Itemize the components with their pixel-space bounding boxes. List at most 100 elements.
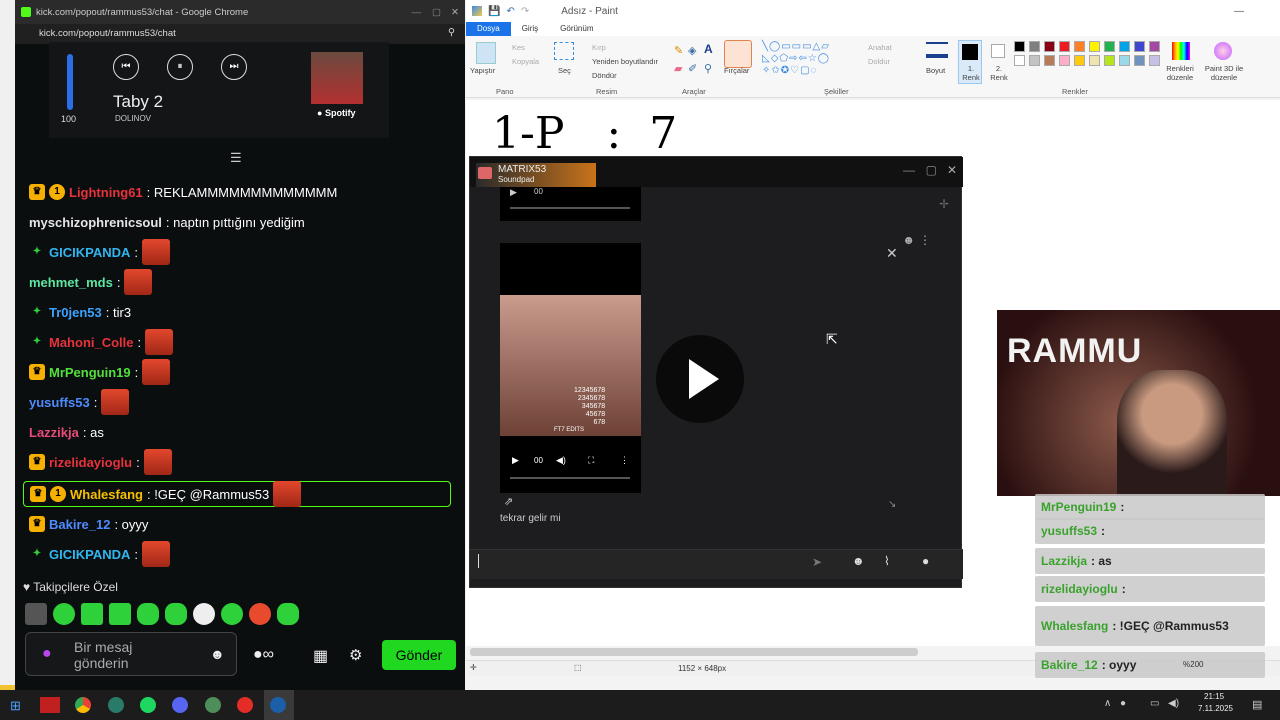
canvas-scrollbar[interactable] xyxy=(470,648,918,656)
paint3d-button[interactable]: Paint 3D ile düzenle xyxy=(1196,64,1252,82)
message-composer[interactable]: ➤ ☻ ⌇ ● xyxy=(470,549,963,579)
select-button[interactable]: Seç xyxy=(558,66,571,75)
pause-icon[interactable]: ⏸ xyxy=(167,54,193,80)
palette-swatch[interactable] xyxy=(1044,41,1055,52)
rotate-button[interactable]: Döndür xyxy=(592,71,617,80)
minimize-icon[interactable]: — xyxy=(903,163,915,177)
notification-icon[interactable]: ▤ xyxy=(1252,698,1262,711)
kicks-icon[interactable]: ●∞ xyxy=(253,646,274,664)
palette-swatch[interactable] xyxy=(1089,55,1100,66)
tab-view[interactable]: Görünüm xyxy=(549,22,604,36)
emote-1[interactable] xyxy=(53,603,75,625)
emoji-icon[interactable]: ☻ xyxy=(210,646,225,662)
collapse-icon[interactable]: ☰ xyxy=(230,150,242,166)
chat-username[interactable]: Bakire_12 xyxy=(49,517,110,532)
palette-swatch[interactable] xyxy=(1149,55,1160,66)
palette-swatch[interactable] xyxy=(1074,41,1085,52)
emote-2[interactable] xyxy=(81,603,103,625)
size-icon[interactable] xyxy=(926,42,948,58)
chat-username[interactable]: GICIKPANDA xyxy=(49,245,130,260)
eraser-icon[interactable]: ▰ xyxy=(674,62,682,75)
open-external-icon[interactable]: ⇗ xyxy=(504,495,513,508)
tab-home[interactable]: Giriş xyxy=(511,22,549,36)
volume-icon[interactable]: ◀) xyxy=(556,455,566,466)
minimize-icon[interactable]: — xyxy=(412,7,422,18)
edit-colors-button[interactable]: Renkleri düzenle xyxy=(1160,64,1200,82)
palette-swatch[interactable] xyxy=(1119,55,1130,66)
palette-swatch[interactable] xyxy=(1089,41,1100,52)
text-icon[interactable]: A xyxy=(704,42,713,56)
previous-progress-bar[interactable] xyxy=(510,207,630,209)
palette-swatch[interactable] xyxy=(1059,41,1070,52)
maximize-icon[interactable]: ▢ xyxy=(432,7,441,18)
send-button[interactable]: Gönder xyxy=(382,640,456,670)
chat-username[interactable]: Tr0jen53 xyxy=(49,305,102,320)
palette-swatch[interactable] xyxy=(1134,55,1145,66)
zoom-icon[interactable]: ⚲ xyxy=(448,27,455,38)
clock-time[interactable]: 21:15 xyxy=(1204,692,1224,701)
close-icon[interactable]: ✕ xyxy=(947,163,957,177)
steam-icon[interactable] xyxy=(270,697,286,713)
copy-button[interactable]: Kopyala xyxy=(512,57,539,66)
brushes-icon[interactable] xyxy=(724,40,752,68)
paste-button[interactable]: Yapıştır xyxy=(470,66,495,75)
chat-username[interactable]: Mahoni_Colle xyxy=(49,335,134,350)
chat-username[interactable]: Whalesfang xyxy=(70,487,143,502)
palette-swatch[interactable] xyxy=(1014,41,1025,52)
windows-start-icon[interactable]: ⊞ xyxy=(10,698,21,714)
chat-username[interactable]: mehmet_mds xyxy=(29,275,113,290)
shape-fill-button[interactable]: Doldur xyxy=(868,57,890,66)
minimize-icon[interactable]: — xyxy=(1234,6,1244,17)
network-icon[interactable]: ▭ xyxy=(1150,698,1159,709)
select-icon[interactable] xyxy=(554,42,574,60)
play-icon[interactable]: ▶ xyxy=(512,455,519,466)
tab-file[interactable]: Dosya xyxy=(466,22,511,36)
size-button[interactable]: Boyut xyxy=(926,66,945,75)
shapes-gallery[interactable]: ╲◯▭▭▭△▱ ◺◇⬠⇨⇦☆◯ ✧✩✪♡▢◌ xyxy=(762,41,862,79)
video-progress-bar[interactable] xyxy=(510,477,630,479)
redo-icon[interactable]: ↷ xyxy=(521,6,529,17)
emoji-react-icon[interactable]: ☻ xyxy=(902,233,915,247)
pin-icon[interactable]: ✛ xyxy=(939,197,949,211)
spotify-taskbar-icon[interactable] xyxy=(140,697,156,713)
microphone-tray-icon[interactable]: ● xyxy=(1120,698,1126,709)
palette-swatch[interactable] xyxy=(1104,41,1115,52)
discord-icon[interactable] xyxy=(172,697,188,713)
maximize-icon[interactable]: ▢ xyxy=(926,163,937,177)
chat-input[interactable]: ● Bir mesaj gönderin ☻ xyxy=(25,632,237,676)
voicemeeter-icon[interactable] xyxy=(40,697,60,713)
pencil-icon[interactable]: ✎ xyxy=(674,44,683,57)
palette-swatch[interactable] xyxy=(1029,41,1040,52)
cut-button[interactable]: Kes xyxy=(512,43,525,52)
chat-username[interactable]: GICIKPANDA xyxy=(49,547,130,562)
palette-swatch[interactable] xyxy=(1029,55,1040,66)
emote-9[interactable] xyxy=(277,603,299,625)
video-player[interactable]: 12345678 2345678 345678 45678 678 FT7 ED… xyxy=(500,243,641,493)
speaker-icon[interactable]: ◀) xyxy=(1168,698,1179,709)
emote-6[interactable] xyxy=(193,603,215,625)
chat-username[interactable]: myschizophrenicsoul xyxy=(29,215,162,230)
app-icon[interactable] xyxy=(108,697,124,713)
emote-5[interactable] xyxy=(165,603,187,625)
edit-colors-icon[interactable] xyxy=(1172,42,1190,60)
play-icon[interactable]: ▶ xyxy=(510,187,517,198)
close-icon[interactable]: ✕ xyxy=(451,7,459,18)
palette-swatch[interactable] xyxy=(1059,55,1070,66)
chat-username[interactable]: Lazzikja xyxy=(29,425,79,440)
chrome-icon[interactable] xyxy=(75,697,91,713)
palette-swatch[interactable] xyxy=(1074,55,1085,66)
more-icon[interactable]: ⋮ xyxy=(620,455,629,466)
save-icon[interactable]: 💾 xyxy=(488,6,500,17)
emote-avatar[interactable] xyxy=(25,603,47,625)
brushes-button[interactable]: Fırçalar xyxy=(724,66,749,75)
app2-icon[interactable] xyxy=(205,697,221,713)
emote-4[interactable] xyxy=(137,603,159,625)
chat-username[interactable]: MrPenguin19 xyxy=(49,365,131,380)
shape-outline-button[interactable]: Anahat xyxy=(868,43,892,52)
resize-button[interactable]: Yeniden boyutlandır xyxy=(592,57,658,66)
emote-8[interactable] xyxy=(249,603,271,625)
palette-swatch[interactable] xyxy=(1014,55,1025,66)
palette-swatch[interactable] xyxy=(1119,41,1130,52)
crop-button[interactable]: Kırp xyxy=(592,43,606,52)
microphone-icon[interactable]: ● xyxy=(42,645,52,663)
